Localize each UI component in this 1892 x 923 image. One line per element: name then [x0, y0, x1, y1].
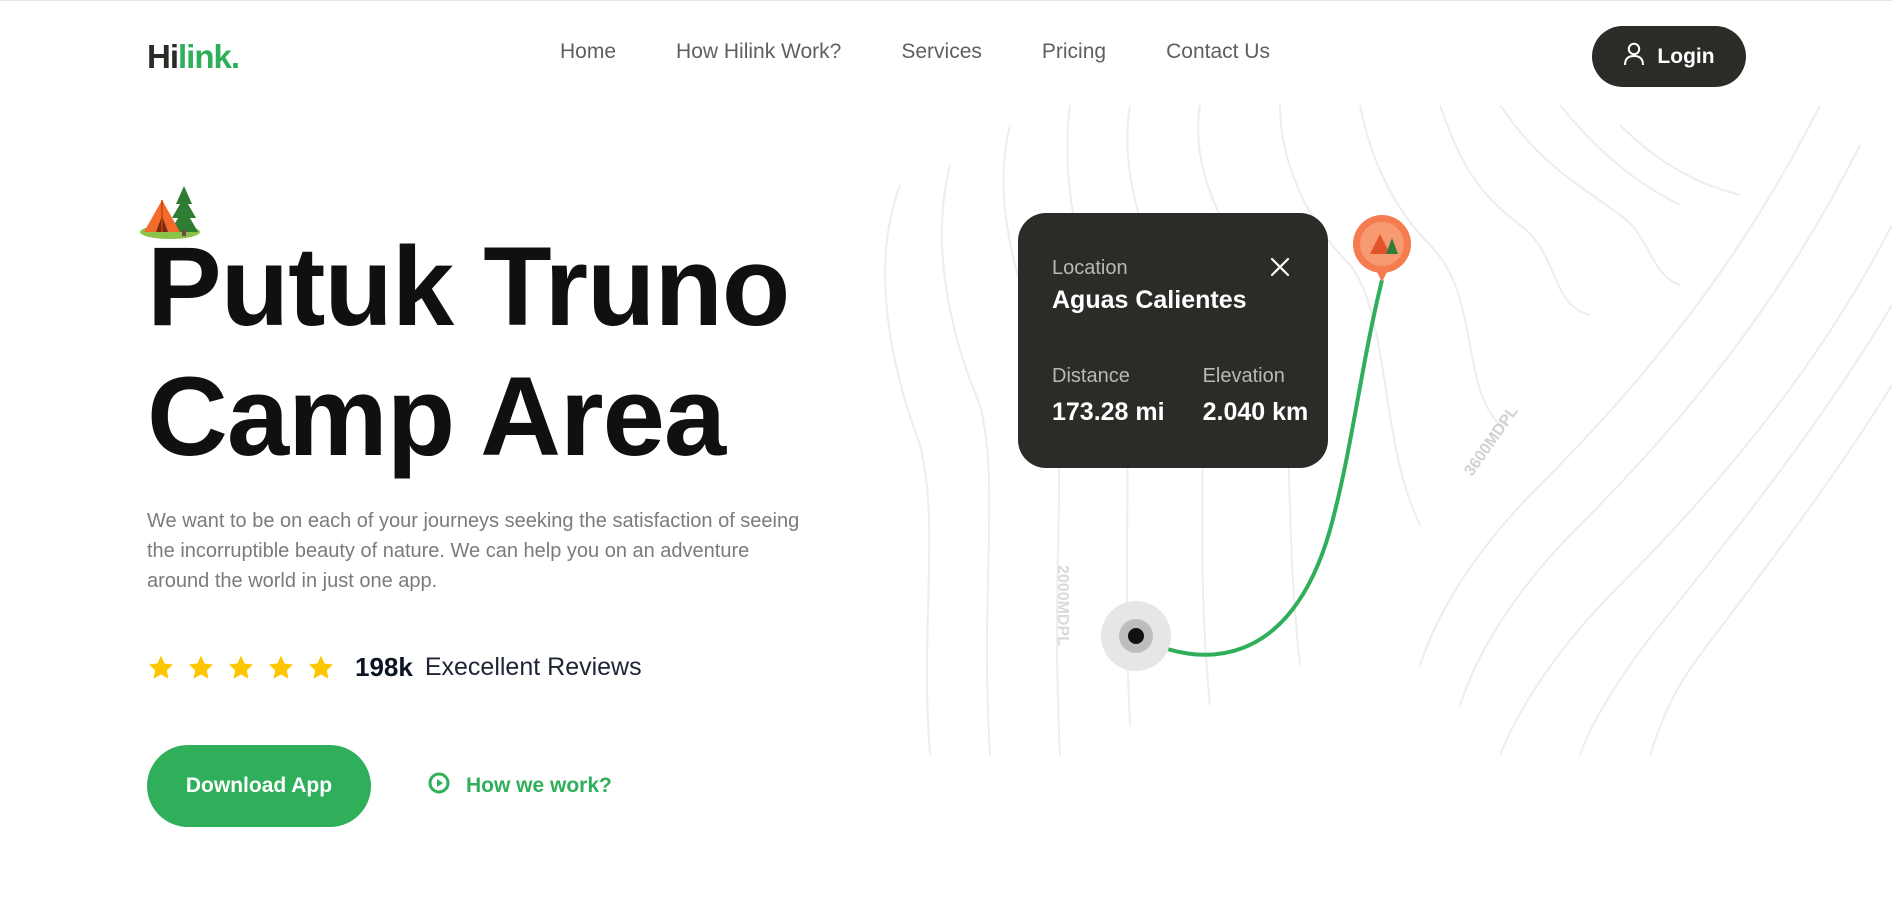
- distance-stat: Distance 173.28 mi: [1052, 365, 1165, 427]
- nav-how-hilink-work[interactable]: How Hilink Work?: [676, 40, 841, 64]
- logo[interactable]: Hilink.: [147, 38, 240, 76]
- star-icon: [228, 655, 254, 679]
- how-we-work-link[interactable]: How we work?: [428, 772, 612, 800]
- star-icon: [188, 655, 214, 679]
- destination-pin-icon: [1353, 215, 1411, 282]
- location-value: Aguas Calientes: [1052, 286, 1247, 314]
- location-label: Location: [1052, 257, 1128, 279]
- star-icon: [308, 655, 334, 679]
- user-icon: [1623, 42, 1645, 72]
- nav-contact-us[interactable]: Contact Us: [1166, 40, 1270, 64]
- card-stats: Distance 173.28 mi Elevation 2.040 km: [1052, 365, 1308, 427]
- location-card: Location Aguas Calientes Distance 173.28…: [1018, 213, 1328, 468]
- nav-pricing[interactable]: Pricing: [1042, 40, 1106, 64]
- rating-row: 198k Execellent Reviews: [147, 652, 642, 683]
- hero-title: Putuk Truno Camp Area: [147, 222, 790, 482]
- login-button[interactable]: Login: [1592, 26, 1746, 87]
- start-point-marker: [1101, 601, 1171, 671]
- elevation-value: 2.040 km: [1202, 398, 1309, 426]
- review-label: Execellent Reviews: [424, 653, 642, 681]
- star-rating: [147, 654, 335, 682]
- elevation-label: Elevation: [1202, 365, 1285, 387]
- how-we-work-label: How we work?: [466, 774, 612, 797]
- elevation-stat: Elevation 2.040 km: [1203, 365, 1309, 427]
- distance-value: 173.28 mi: [1052, 398, 1165, 426]
- distance-label: Distance: [1052, 365, 1130, 387]
- close-icon[interactable]: [1270, 257, 1290, 282]
- main-nav: Home How Hilink Work? Services Pricing C…: [560, 40, 1270, 64]
- download-app-button[interactable]: Download App: [147, 745, 371, 827]
- play-icon: [428, 772, 450, 800]
- nav-services[interactable]: Services: [901, 40, 982, 64]
- hero-description: We want to be on each of your journeys s…: [147, 510, 800, 592]
- star-icon: [148, 655, 174, 679]
- nav-home[interactable]: Home: [560, 40, 616, 64]
- login-label: Login: [1657, 44, 1715, 68]
- hero-title-line-2: Camp Area: [147, 354, 726, 479]
- top-border: [0, 0, 1892, 1]
- star-icon: [268, 655, 294, 679]
- hero-title-line-1: Putuk Truno: [147, 224, 790, 349]
- review-count: 198k: [355, 652, 413, 682]
- contour-label-2000: 2000MDPL: [1054, 565, 1071, 646]
